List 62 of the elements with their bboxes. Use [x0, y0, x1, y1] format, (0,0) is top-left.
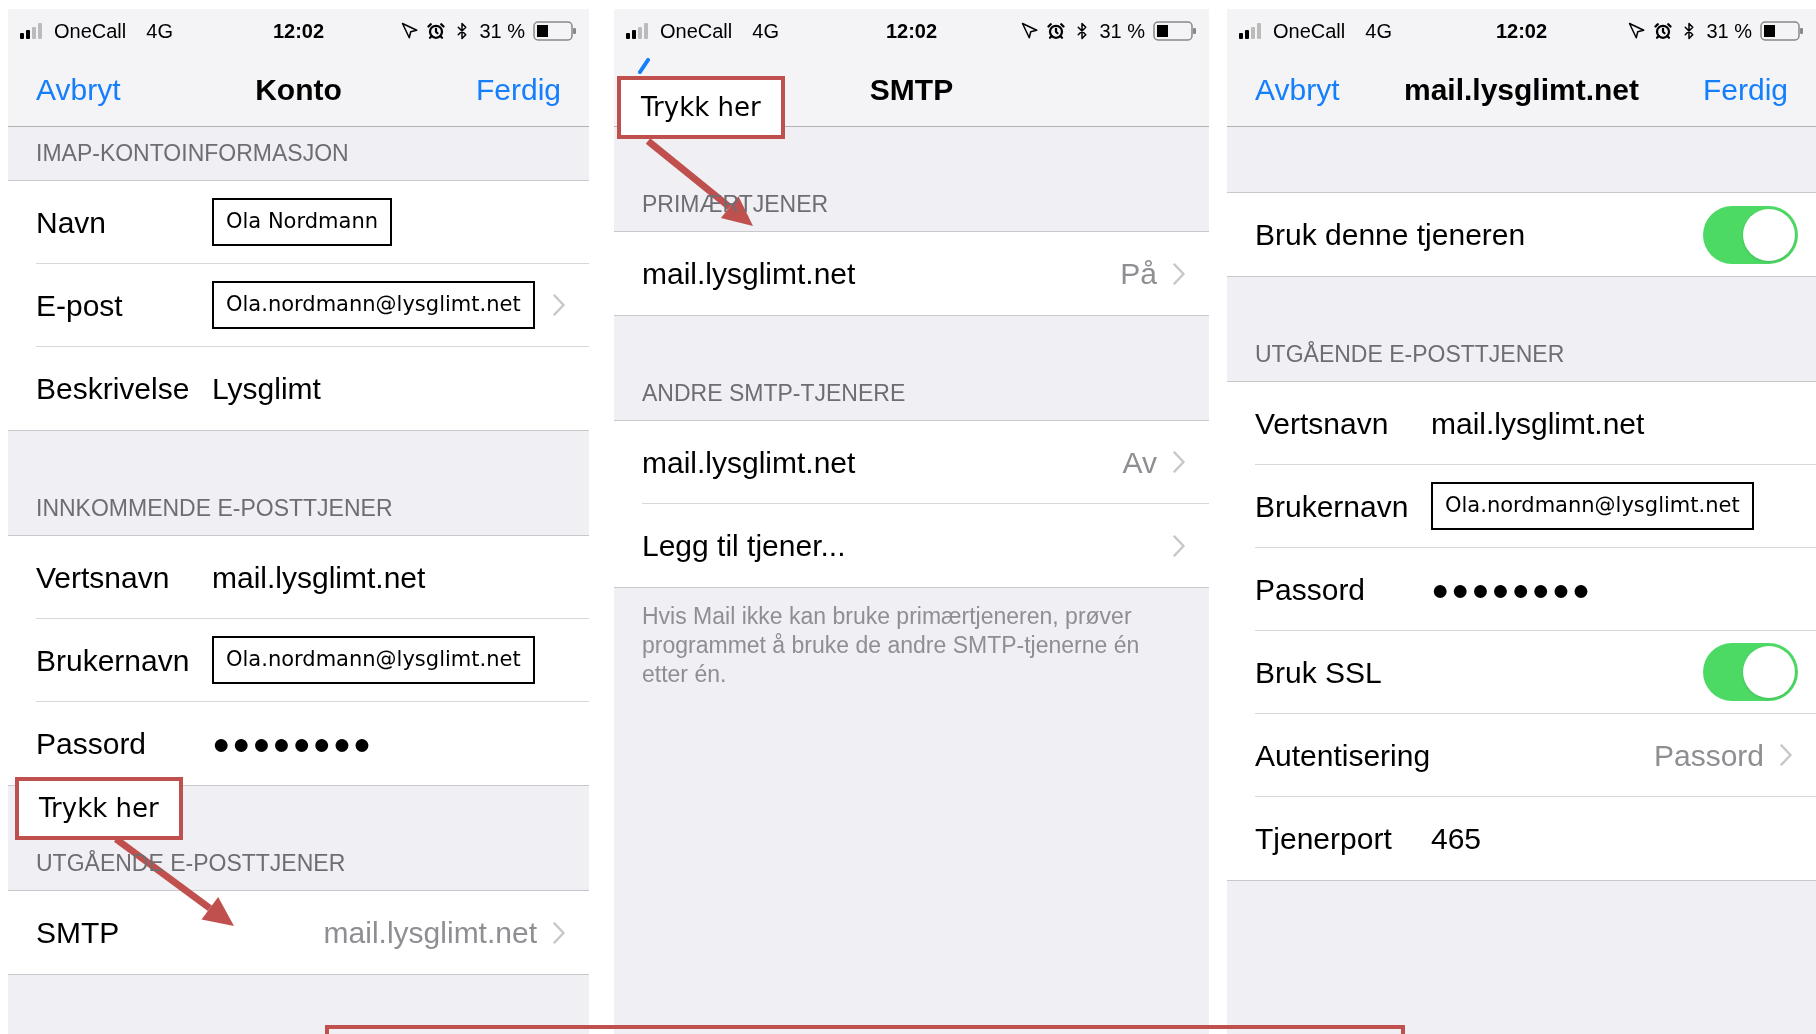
settings-row[interactable]: mail.lysglimt.net Av	[614, 421, 1209, 504]
row-label: SMTP	[36, 915, 120, 951]
row-label: Brukernavn	[1255, 488, 1410, 525]
nav-title: mail.lysglimt.net	[1403, 71, 1640, 108]
nav-title: Konto	[255, 71, 342, 108]
cancel-button[interactable]: Avbryt	[36, 66, 121, 112]
settings-row[interactable]: SMTP mail.lysglimt.net	[8, 891, 589, 974]
detail-value: mail.lysglimt.net	[323, 915, 537, 951]
field-value: Lysglimt	[212, 371, 321, 407]
row-label: Passord	[1255, 571, 1367, 608]
nav-title: SMTP	[869, 71, 954, 108]
cancel-button[interactable]: Avbryt	[1255, 66, 1340, 112]
detail-value: Passord	[1653, 737, 1764, 774]
input-field[interactable]: Ola Nordmann	[212, 198, 392, 246]
field-value: 465	[1431, 821, 1482, 857]
callout-label: Trykk her	[617, 76, 785, 139]
input-field[interactable]: Ola.nordmann@lysglimt.net	[212, 281, 535, 329]
field-value: mail.lysglimt.net	[212, 559, 426, 596]
row-label: mail.lysglimt.net	[642, 256, 856, 292]
row-label: Vertsnavn	[1255, 405, 1390, 442]
settings-row[interactable]: Legg til tjener...	[614, 504, 1209, 587]
row-label: Legg til tjener...	[642, 528, 846, 564]
settings-row[interactable]: Autentisering Passord	[1227, 714, 1816, 797]
password-dots: ●●●●●●●●	[1431, 571, 1592, 608]
input-field[interactable]: Ola.nordmann@lysglimt.net	[212, 636, 535, 684]
battery-percentage: 31 %	[479, 18, 525, 44]
status-time: 12:02	[884, 18, 939, 44]
done-button[interactable]: Ferdig	[1702, 66, 1788, 112]
network-type: 4G	[1365, 18, 1392, 44]
row-label: mail.lysglimt.net	[642, 444, 856, 481]
footer-note: Hvis Mail ikke kan bruke primærtjeneren, prøver programmet å bruke de andre SMTP-tjenerne én etter én.	[641, 602, 1141, 689]
network-type: 4G	[146, 18, 173, 44]
row-label: Autentisering	[1255, 737, 1431, 774]
section-header: INNKOMMENDE E-POSTTJENER	[36, 493, 393, 523]
battery-percentage: 31 %	[1706, 18, 1752, 44]
row-label: E-post	[36, 287, 124, 324]
battery-percentage: 31 %	[1099, 18, 1145, 44]
row-label: Brukernavn	[36, 642, 191, 679]
carrier-name: OneCall	[660, 18, 733, 44]
section-header: UTGÅENDE E-POSTTJENER	[1255, 339, 1565, 369]
settings-row[interactable]: mail.lysglimt.net På	[614, 232, 1209, 315]
detail-value: Av	[1122, 444, 1157, 481]
input-field[interactable]: Ola.nordmann@lysglimt.net	[1431, 482, 1754, 530]
section-header: IMAP-KONTOINFORMASJON	[36, 138, 349, 168]
section-header: ANDRE SMTP-TJENERE	[642, 378, 906, 408]
row-label: Bruk denne tjeneren	[1255, 217, 1526, 253]
callout-label: Trykk her	[15, 777, 183, 840]
status-time: 12:02	[1494, 18, 1549, 44]
detail-value: På	[1120, 256, 1157, 292]
row-label: Beskrivelse	[36, 371, 191, 407]
row-label: Tjenerport	[1255, 821, 1393, 857]
field-value: mail.lysglimt.net	[1431, 405, 1645, 442]
network-type: 4G	[752, 18, 779, 44]
row-label: Bruk SSL	[1255, 654, 1382, 691]
row-label: Vertsnavn	[36, 559, 171, 596]
row-label: Navn	[36, 204, 108, 241]
status-time: 12:02	[271, 18, 326, 44]
carrier-name: OneCall	[1273, 18, 1346, 44]
carrier-name: OneCall	[54, 18, 127, 44]
row-label: Passord	[36, 726, 148, 762]
password-dots: ●●●●●●●●	[212, 726, 373, 762]
done-button[interactable]: Ferdig	[475, 66, 561, 112]
